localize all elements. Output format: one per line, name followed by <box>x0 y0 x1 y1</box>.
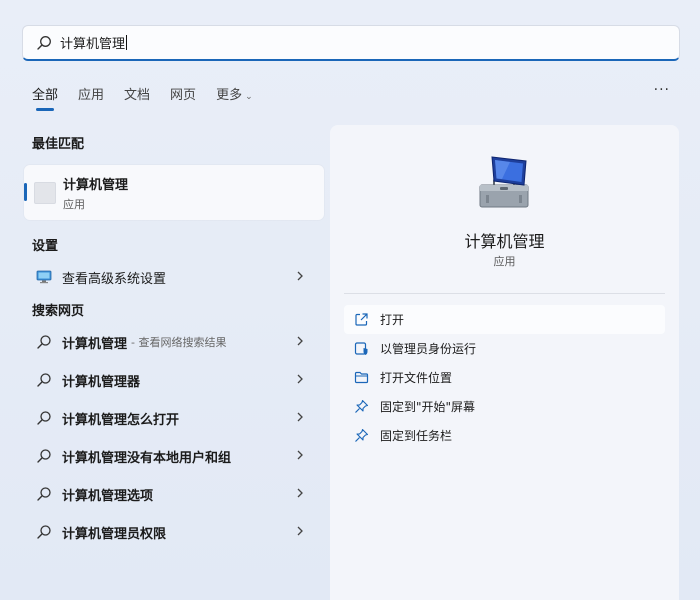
open-file-location-label: 打开文件位置 <box>380 371 453 385</box>
section-settings: 设置 <box>32 239 59 254</box>
monitor-settings-icon <box>36 270 52 284</box>
pin-icon <box>355 428 369 442</box>
computer-management-icon <box>479 156 529 208</box>
search-icon <box>37 373 51 387</box>
search-input[interactable]: 计算机管理 <box>60 33 128 52</box>
chevron-right-icon <box>297 336 303 346</box>
chevron-right-icon <box>297 412 303 422</box>
best-match-item[interactable]: 计算机管理 应用 <box>24 165 324 220</box>
open-action[interactable]: 打开 <box>344 305 665 334</box>
chevron-down-icon: ⌄ <box>245 92 253 102</box>
tab-documents[interactable]: 文档 <box>124 84 150 111</box>
chevron-right-icon <box>297 526 303 536</box>
section-best-match: 最佳匹配 <box>32 137 85 152</box>
more-options-button[interactable]: ··· <box>654 82 670 98</box>
section-web-search: 搜索网页 <box>32 304 85 319</box>
web-result-item[interactable]: 计算机管理器 <box>24 361 324 399</box>
divider <box>344 293 665 294</box>
open-action-label: 打开 <box>380 313 405 327</box>
run-as-admin-label: 以管理员身份运行 <box>380 342 477 356</box>
detail-title: 计算机管理 <box>464 232 545 251</box>
app-placeholder-icon <box>34 181 56 204</box>
web-result-item[interactable]: 计算机管理员权限 <box>24 513 324 551</box>
chevron-right-icon <box>297 374 303 384</box>
web-result-label: 计算机管理没有本地用户和组 <box>62 450 232 466</box>
best-match-subtitle: 应用 <box>63 197 85 211</box>
chevron-right-icon <box>297 450 303 460</box>
open-file-location-action[interactable]: 打开文件位置 <box>344 363 665 392</box>
pin-icon <box>355 399 369 413</box>
settings-item-label: 查看高级系统设置 <box>62 271 167 287</box>
folder-icon <box>354 371 369 384</box>
web-result-item[interactable]: 计算机管理 - 查看网络搜索结果 <box>24 323 324 361</box>
search-box[interactable]: 计算机管理 <box>22 25 680 61</box>
detail-subtitle: 应用 <box>493 255 516 268</box>
search-icon <box>37 35 51 50</box>
search-icon <box>37 335 51 349</box>
tab-more-label: 更多 <box>216 88 243 103</box>
chevron-right-icon <box>297 488 303 498</box>
pin-to-start-label: 固定到"开始"屏幕 <box>380 400 476 414</box>
filter-tabs: 全部 应用 文档 网页 更多 ⌄ <box>32 84 273 111</box>
web-result-item[interactable]: 计算机管理怎么打开 <box>24 399 324 437</box>
action-list: 打开 以管理员身份运行 打开文件位置 固定到"开始"屏幕 固定到任务栏 <box>344 305 665 450</box>
run-as-admin-action[interactable]: 以管理员身份运行 <box>344 334 665 363</box>
results-list: 最佳匹配 计算机管理 应用 设置 查看高级系统设置 搜索网页 计算机管理 - 查看… <box>24 125 324 551</box>
tab-all[interactable]: 全部 <box>32 84 58 111</box>
search-icon <box>37 449 51 463</box>
chevron-right-icon <box>297 271 303 281</box>
web-result-label: 计算机管理员权限 <box>62 526 167 542</box>
search-icon <box>37 525 51 539</box>
web-result-sublabel: - 查看网络搜索结果 <box>131 336 227 349</box>
pin-to-taskbar-label: 固定到任务栏 <box>380 429 453 443</box>
text-caret <box>126 35 128 50</box>
web-result-label: 计算机管理怎么打开 <box>62 412 180 428</box>
web-result-label: 计算机管理 <box>62 336 128 352</box>
search-icon <box>37 411 51 425</box>
pin-to-start-action[interactable]: 固定到"开始"屏幕 <box>344 392 665 421</box>
detail-panel: 计算机管理 应用 打开 以管理员身份运行 打开文件位置 固定到"开始"屏幕 固定… <box>330 125 679 600</box>
tab-more[interactable]: 更多 ⌄ <box>216 84 253 111</box>
web-result-label: 计算机管理选项 <box>62 488 154 504</box>
pin-to-taskbar-action[interactable]: 固定到任务栏 <box>344 421 665 450</box>
web-result-label: 计算机管理器 <box>62 374 141 390</box>
web-result-item[interactable]: 计算机管理选项 <box>24 475 324 513</box>
settings-item-advanced-system[interactable]: 查看高级系统设置 <box>24 258 324 296</box>
web-result-item[interactable]: 计算机管理没有本地用户和组 <box>24 437 324 475</box>
search-icon <box>37 487 51 501</box>
tab-web[interactable]: 网页 <box>170 84 196 111</box>
open-external-icon <box>355 313 368 326</box>
tab-apps[interactable]: 应用 <box>78 84 104 111</box>
shield-admin-icon <box>354 342 368 355</box>
best-match-title: 计算机管理 <box>63 177 129 193</box>
